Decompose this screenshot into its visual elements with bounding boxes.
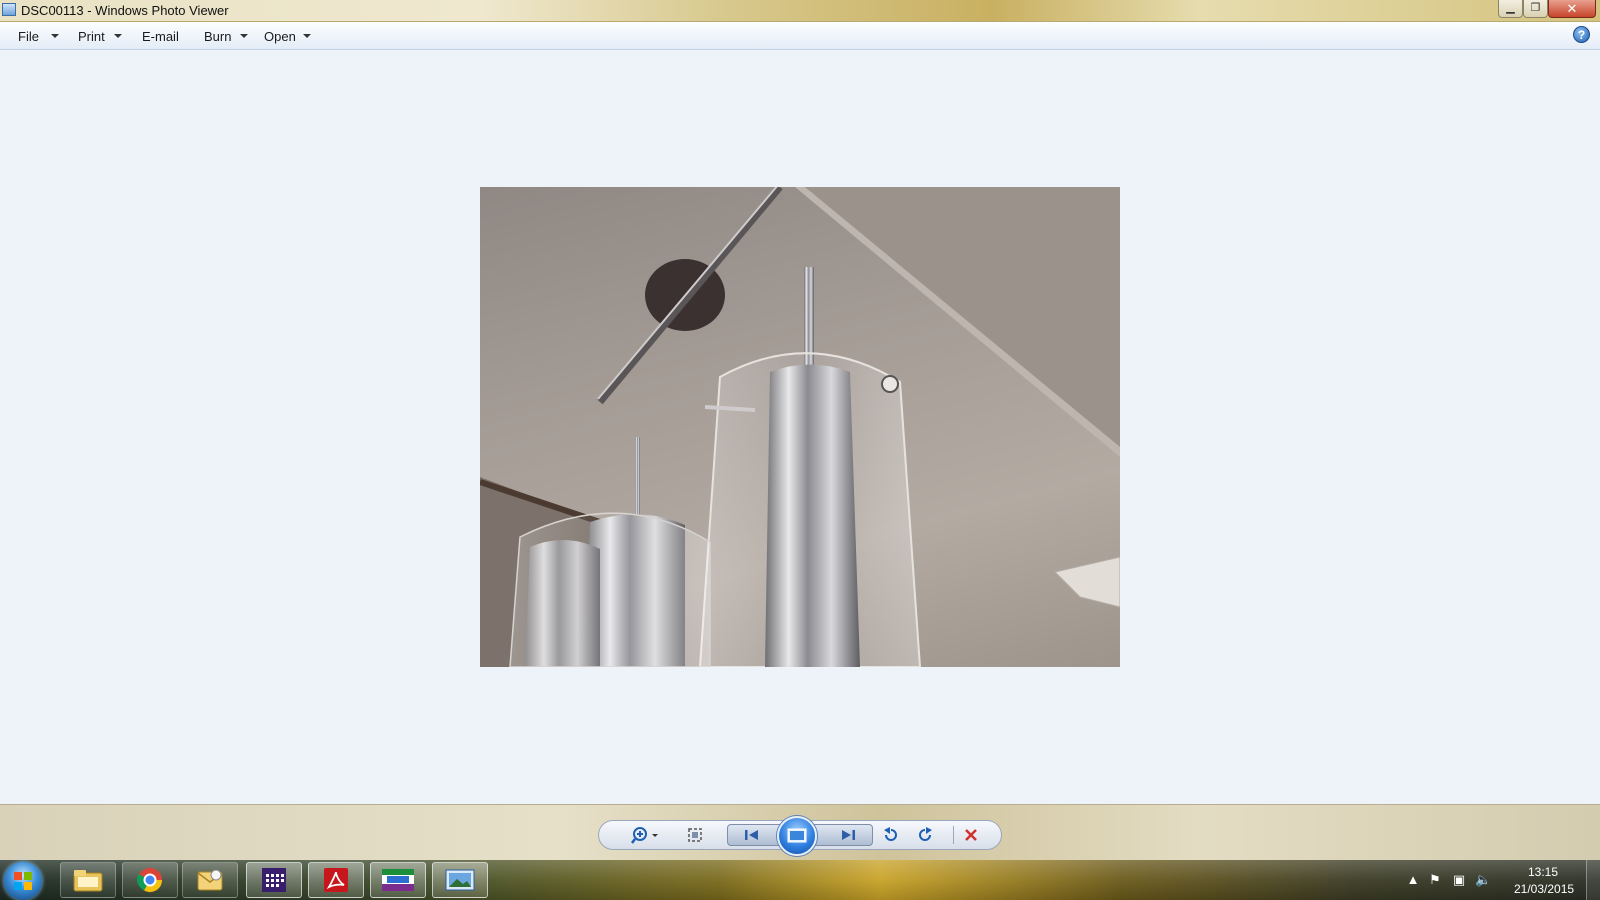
next-button[interactable]	[836, 825, 860, 845]
minimize-button[interactable]: ▁	[1498, 0, 1523, 18]
menu-bar: File Print E-mail Burn Open ?	[0, 22, 1600, 50]
taskbar-calendar-app[interactable]	[246, 862, 302, 898]
open-dropdown-caret-icon[interactable]	[303, 34, 311, 38]
zoom-button[interactable]	[627, 821, 663, 849]
taskbar-outlook[interactable]	[182, 862, 238, 898]
file-dropdown-caret-icon[interactable]	[51, 34, 59, 38]
taskbar-adobe-reader[interactable]	[308, 862, 364, 898]
start-button[interactable]	[4, 862, 42, 900]
title-bar: DSC00113 - Windows Photo Viewer ▁ ❐ ✕	[0, 0, 1600, 22]
photo-viewer-app-icon	[2, 3, 16, 16]
chrome-icon	[137, 868, 162, 893]
zoom-icon	[631, 827, 658, 844]
window-title: DSC00113 - Windows Photo Viewer	[21, 3, 229, 18]
volume-icon[interactable]: 🔈	[1475, 872, 1491, 888]
previous-icon	[745, 830, 758, 840]
clock-date[interactable]: 21/03/2015	[1514, 882, 1574, 896]
windows-logo-icon	[14, 872, 32, 890]
photo-pendant-lights	[480, 187, 1120, 667]
menu-file[interactable]: File	[18, 29, 39, 44]
close-button[interactable]: ✕	[1548, 0, 1596, 18]
taskbar-windows-explorer[interactable]	[60, 862, 116, 898]
taskbar-sage[interactable]	[370, 862, 426, 898]
action-center-flag-icon[interactable]: ⚑	[1427, 872, 1443, 888]
controls-separator	[953, 826, 954, 844]
photo-controls-bar	[0, 804, 1600, 860]
maximize-button[interactable]: ❐	[1523, 0, 1548, 18]
delete-icon	[965, 829, 977, 841]
network-icon[interactable]: ▣	[1451, 872, 1467, 888]
menu-burn[interactable]: Burn	[204, 29, 231, 44]
windows-taskbar: ▲ ⚑ ▣ 🔈 13:15 21/03/2015	[0, 860, 1600, 900]
controls-pill	[598, 816, 1002, 856]
help-icon[interactable]: ?	[1573, 26, 1590, 43]
rotate-clockwise-button[interactable]	[911, 821, 939, 849]
print-dropdown-caret-icon[interactable]	[114, 34, 122, 38]
taskbar-chrome[interactable]	[122, 862, 178, 898]
outlook-icon	[197, 869, 223, 891]
displayed-photo	[480, 187, 1120, 667]
show-desktop-button[interactable]	[1586, 860, 1600, 900]
adobe-reader-icon	[324, 868, 348, 892]
sage-icon	[382, 869, 414, 891]
actual-size-icon	[688, 828, 702, 842]
menu-email[interactable]: E-mail	[142, 29, 179, 44]
image-viewing-area[interactable]	[0, 50, 1600, 804]
menu-open[interactable]: Open	[264, 29, 296, 44]
rotate-counterclockwise-icon	[884, 827, 897, 841]
slideshow-icon	[787, 828, 807, 843]
next-icon	[842, 830, 855, 840]
photo-viewer-icon	[445, 869, 475, 891]
burn-dropdown-caret-icon[interactable]	[240, 34, 248, 38]
menu-print[interactable]: Print	[78, 29, 105, 44]
rotate-clockwise-icon	[919, 827, 932, 841]
rotate-counterclockwise-button[interactable]	[877, 821, 905, 849]
taskbar-photo-viewer[interactable]	[432, 862, 488, 898]
windows-explorer-icon	[73, 870, 103, 892]
slideshow-button[interactable]	[777, 816, 817, 856]
previous-button[interactable]	[740, 825, 764, 845]
calendar-app-icon	[262, 868, 286, 892]
actual-size-button[interactable]	[681, 821, 709, 849]
delete-button[interactable]	[957, 821, 985, 849]
clock-time[interactable]: 13:15	[1528, 865, 1558, 879]
show-hidden-icons-icon[interactable]: ▲	[1405, 872, 1421, 888]
